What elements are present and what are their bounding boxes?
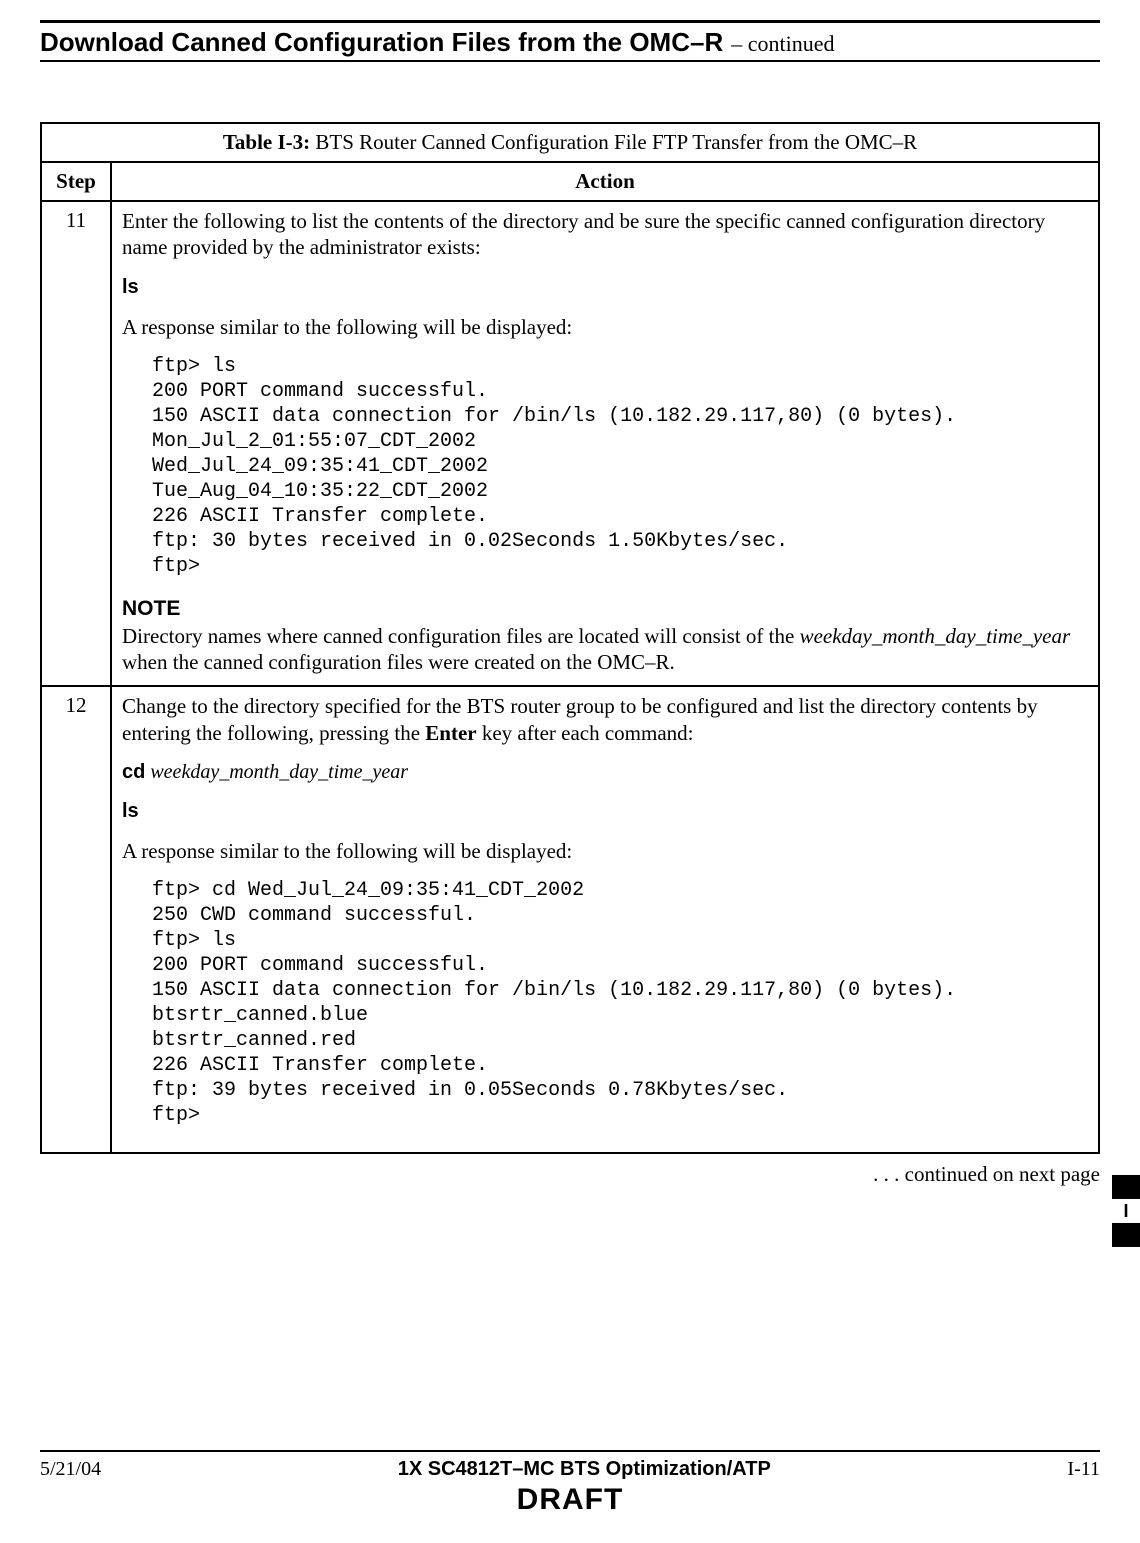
note-text-pre: Directory names where canned configurati… [122, 624, 800, 648]
page-footer: 5/21/04 1X SC4812T–MC BTS Optimization/A… [40, 1450, 1100, 1517]
cmd-cd-name: cd [122, 761, 145, 783]
command-ls: ls [122, 275, 1088, 300]
note-heading: NOTE [122, 597, 1088, 621]
action-cell: Change to the directory specified for th… [111, 686, 1099, 1153]
table-title-text: BTS Router Canned Configuration File FTP… [310, 130, 917, 154]
cmd-cd-arg: weekday_month_day_time_year [145, 761, 408, 783]
instruction-text: Change to the directory specified for th… [122, 693, 1088, 746]
side-tab-letter: I [1112, 1199, 1140, 1223]
header-rule-bottom [40, 60, 1100, 62]
side-tab: I [1112, 1175, 1140, 1247]
procedure-table: Table I-3: BTS Router Canned Configurati… [40, 122, 1100, 1154]
instr-post: key after each command: [477, 721, 694, 745]
note-text-post: when the canned configuration files were… [122, 650, 675, 674]
table-row: 11 Enter the following to list the conte… [41, 201, 1099, 686]
page-title-continued: – continued [731, 31, 834, 57]
side-tab-block-top [1112, 1175, 1140, 1199]
step-number: 12 [41, 686, 111, 1153]
header-rule-top [40, 20, 1100, 23]
instr-bold: Enter [425, 721, 476, 745]
side-tab-block-bottom [1112, 1223, 1140, 1247]
response-intro: A response similar to the following will… [122, 314, 1088, 340]
response-intro: A response similar to the following will… [122, 838, 1088, 864]
footer-rule [40, 1450, 1100, 1452]
footer-row: 5/21/04 1X SC4812T–MC BTS Optimization/A… [40, 1458, 1100, 1481]
footer-draft: DRAFT [40, 1483, 1100, 1517]
page-title: Download Canned Configuration Files from… [40, 27, 1100, 58]
terminal-output: ftp> cd Wed_Jul_24_09:35:41_CDT_2002 250… [152, 878, 1088, 1128]
command-cd: cd weekday_month_day_time_year [122, 760, 1088, 785]
terminal-output: ftp> ls 200 PORT command successful. 150… [152, 354, 1088, 579]
page-title-main: Download Canned Configuration Files from… [40, 27, 723, 58]
footer-doc-title: 1X SC4812T–MC BTS Optimization/ATP [398, 1458, 771, 1481]
col-header-action: Action [111, 162, 1099, 201]
step-number: 11 [41, 201, 111, 686]
instruction-text: Enter the following to list the contents… [122, 208, 1088, 261]
table-title-cell: Table I-3: BTS Router Canned Configurati… [41, 123, 1099, 162]
footer-date: 5/21/04 [40, 1458, 101, 1481]
command-ls: ls [122, 799, 1088, 824]
col-header-step: Step [41, 162, 111, 201]
note-italic: weekday_month_day_time_year [800, 624, 1071, 648]
footer-page-number: I-11 [1067, 1458, 1100, 1481]
action-cell: Enter the following to list the contents… [111, 201, 1099, 686]
table-row: 12 Change to the directory specified for… [41, 686, 1099, 1153]
table-title-label: Table I-3: [223, 130, 310, 154]
note-body: Directory names where canned configurati… [122, 623, 1088, 676]
continued-label: . . . continued on next page [40, 1162, 1100, 1187]
